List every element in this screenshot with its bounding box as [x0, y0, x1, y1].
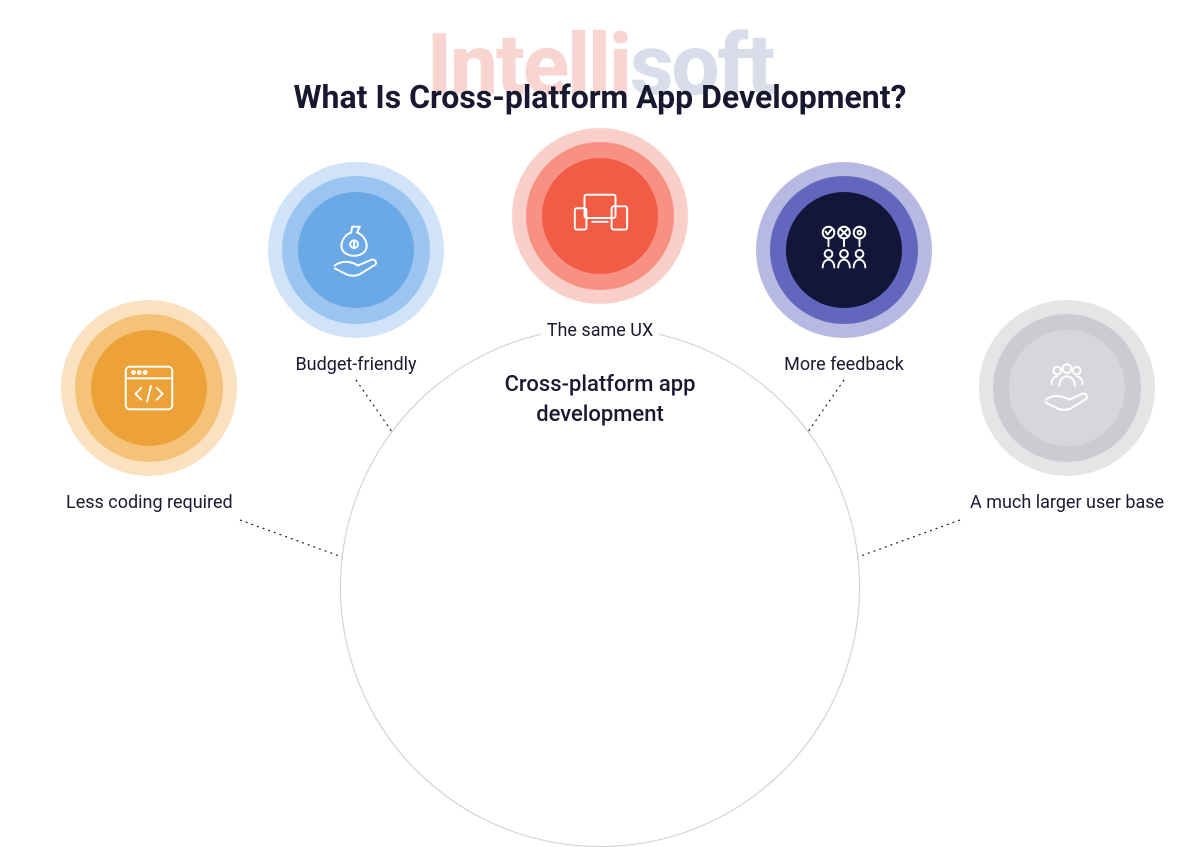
label-more-feedback: More feedback [778, 352, 910, 377]
circle-budget-friendly [268, 162, 444, 338]
node-same-ux: The same UX [512, 128, 688, 343]
circle-same-ux [512, 128, 688, 304]
devices-icon [569, 185, 631, 247]
node-less-coding: Less coding required [60, 300, 239, 515]
circle-more-feedback [756, 162, 932, 338]
money-hand-icon [325, 219, 387, 281]
users-hand-icon [1036, 357, 1098, 419]
page-title: What Is Cross-platform App Development? [294, 78, 907, 116]
code-window-icon [118, 357, 180, 419]
circle-less-coding [61, 300, 237, 476]
label-larger-user-base: A much larger user base [964, 490, 1170, 515]
node-budget-friendly: Budget-friendly [268, 162, 444, 377]
node-larger-user-base: A much larger user base [964, 300, 1170, 515]
hub-label: Cross-platform app development [470, 370, 730, 429]
node-more-feedback: More feedback [756, 162, 932, 377]
label-budget-friendly: Budget-friendly [289, 352, 422, 377]
feedback-icon [813, 219, 875, 281]
hub-circle: Cross-platform app development [340, 327, 860, 847]
label-same-ux: The same UX [541, 318, 660, 343]
circle-larger-user-base [979, 300, 1155, 476]
label-less-coding: Less coding required [60, 490, 239, 515]
